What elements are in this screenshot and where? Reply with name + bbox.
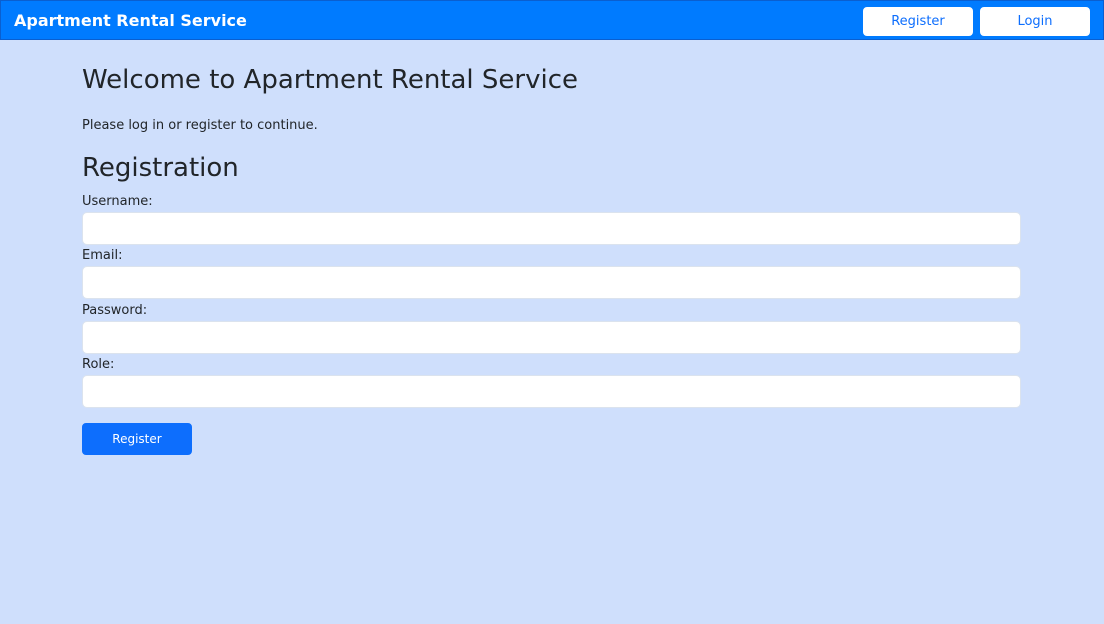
brand-title[interactable]: Apartment Rental Service [14, 10, 247, 32]
nav-login-button[interactable]: Login [980, 7, 1090, 36]
page-title: Welcome to Apartment Rental Service [82, 65, 579, 95]
username-input[interactable] [82, 212, 1021, 245]
password-label: Password: [82, 303, 148, 318]
register-submit-button[interactable]: Register [82, 423, 192, 455]
username-label: Username: [82, 194, 153, 209]
role-label: Role: [82, 357, 115, 372]
nav-register-button[interactable]: Register [863, 7, 973, 36]
email-input[interactable] [82, 266, 1021, 299]
top-navbar: Apartment Rental Service Register Login [0, 0, 1104, 40]
role-input[interactable] [82, 375, 1021, 408]
email-label: Email: [82, 248, 123, 263]
intro-text: Please log in or register to continue. [82, 118, 318, 133]
registration-title: Registration [82, 153, 239, 183]
password-input[interactable] [82, 321, 1021, 354]
